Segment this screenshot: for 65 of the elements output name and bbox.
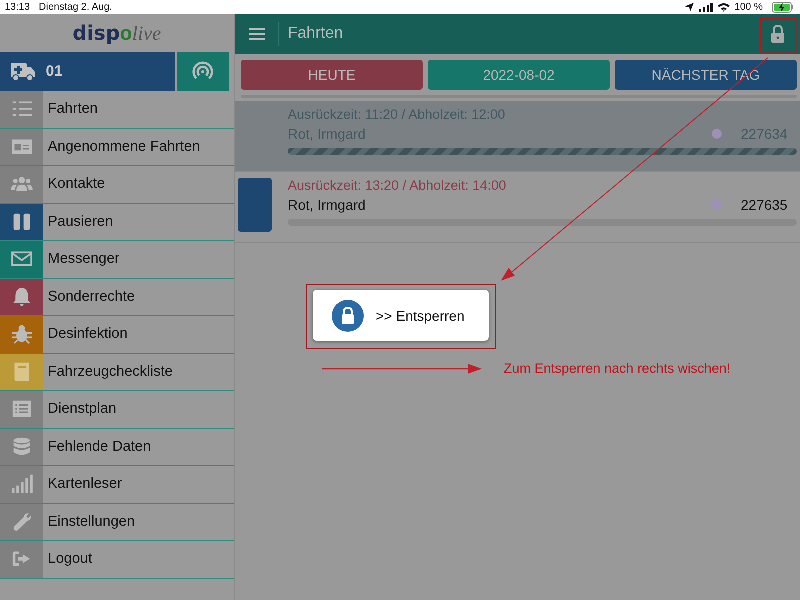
trip-number: 227634 — [741, 126, 789, 142]
menu-label: Sonderrechte — [47, 288, 136, 305]
page-title: Fahrten — [288, 25, 344, 43]
vehicle-bar[interactable]: 01 — [0, 52, 175, 91]
menu-icon — [248, 28, 264, 40]
exit-icon — [10, 549, 32, 570]
menu-label: Pausieren — [47, 214, 114, 230]
trip-marker — [238, 178, 272, 232]
trip-times: Ausrückzeit: 13:20 / Abholzeit: 14:00 — [288, 178, 508, 193]
status-time: 13:13 — [5, 2, 30, 12]
people-icon — [10, 174, 32, 194]
menu-label: Kartenleser — [47, 476, 122, 492]
menu-item[interactable]: Kontakte — [0, 166, 234, 204]
menu-item[interactable]: Sonderrechte — [0, 278, 234, 316]
day-button[interactable]: HEUTE — [241, 60, 423, 90]
radio-signal-button[interactable] — [177, 52, 229, 91]
list-icon — [10, 399, 32, 420]
status-dot — [712, 200, 722, 210]
menu-label: Kontakte — [47, 176, 106, 192]
menu-item[interactable]: Dienstplan — [0, 391, 234, 428]
menu-label: Fehlende Daten — [47, 438, 152, 455]
bell-icon — [10, 286, 32, 307]
menu-item[interactable]: Logout — [0, 541, 234, 578]
menu-label: Logout — [47, 551, 92, 568]
menu-label: Desinfektion — [47, 326, 128, 342]
menu-label: Dienstplan — [47, 401, 117, 418]
ambulance-icon — [10, 62, 36, 82]
id-card-icon — [10, 136, 32, 157]
checklist-icon — [10, 99, 32, 120]
status-dot — [712, 129, 722, 139]
menu-item[interactable]: Fehlende Daten — [0, 428, 234, 466]
wifi-icon — [718, 2, 730, 12]
menu-label: Messenger — [47, 251, 120, 268]
menu-label: Fahrzeugcheckliste — [47, 364, 173, 380]
menu-item[interactable]: Fahrten — [0, 91, 234, 128]
signal-bars-icon — [10, 474, 32, 494]
unlock-button[interactable]: >> Entsperren — [313, 290, 489, 341]
envelope-icon — [10, 249, 32, 270]
location-icon — [684, 2, 694, 12]
trip-times: Ausrückzeit: 11:20 / Abholzeit: 12:00 — [288, 107, 506, 122]
lock-icon — [332, 300, 364, 332]
battery-percent: 100 % — [734, 2, 763, 12]
menu-item[interactable]: Messenger — [0, 241, 234, 278]
menu-label: Einstellungen — [47, 514, 136, 530]
lock-icon — [771, 25, 785, 43]
trip-number: 227635 — [741, 197, 789, 213]
menu-label: Angenommene Fahrten — [47, 138, 200, 155]
patient-name: Rot, Irmgard — [288, 126, 367, 142]
menu-item[interactable]: Einstellungen — [0, 504, 234, 541]
patient-name: Rot, Irmgard — [288, 197, 367, 213]
menu-item[interactable]: Desinfektion — [0, 316, 234, 354]
status-date: Dienstag 2. Aug. — [39, 2, 112, 12]
menu-label: Fahrten — [47, 101, 98, 118]
menu-item[interactable]: Pausieren — [0, 204, 234, 241]
menu-item[interactable]: Kartenleser — [0, 466, 234, 504]
trip-card[interactable]: Ausrückzeit: 13:20 / Abholzeit: 14:00 Rot, Irmgard 227635 — [235, 172, 800, 243]
menu-item[interactable]: Fahrzeugcheckliste — [0, 354, 234, 391]
highlight-frame — [760, 18, 797, 53]
signal-icon — [192, 60, 214, 82]
swipe-hint: Zum Entsperren nach rechts wischen! — [504, 361, 731, 376]
menu-item[interactable]: Angenommene Fahrten — [0, 128, 234, 166]
signal-icon — [698, 2, 713, 12]
logo: dispolive — [72, 20, 162, 46]
battery-charging-icon — [772, 2, 794, 12]
bug-icon — [10, 324, 32, 344]
